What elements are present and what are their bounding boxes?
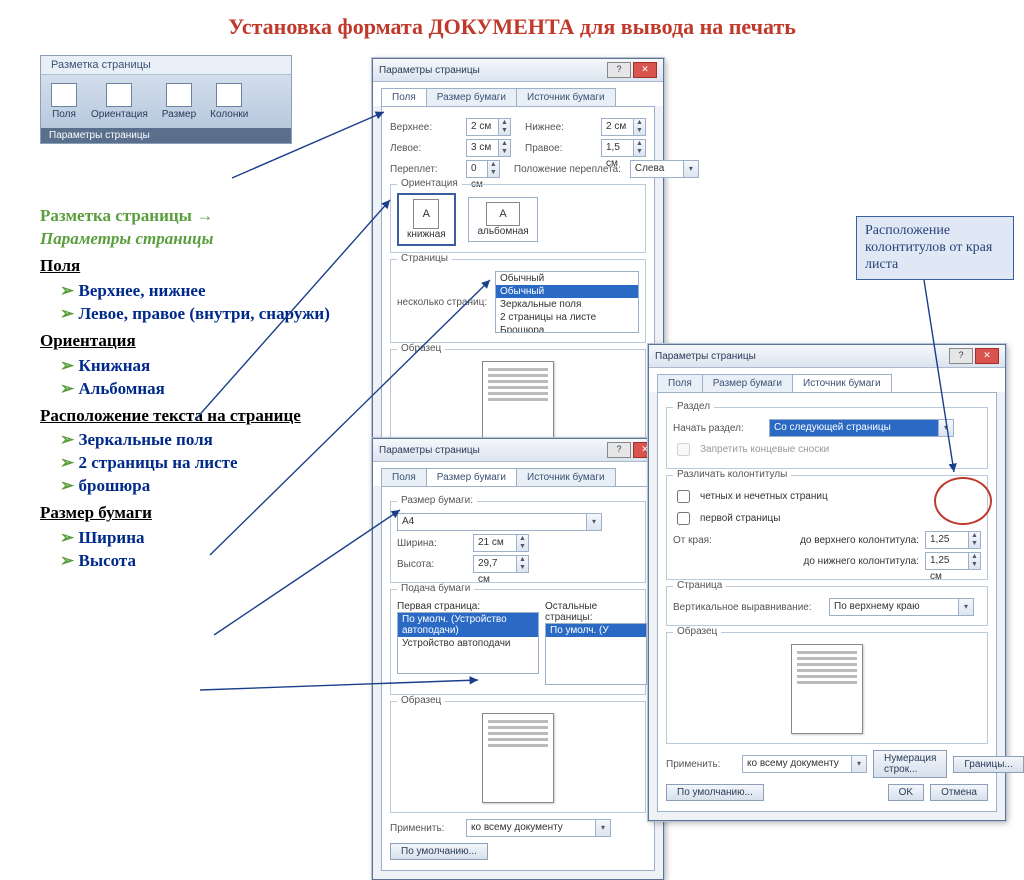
first-page-tray[interactable]: По умолч. (Устройство автоподачи) Устрой…	[397, 612, 539, 674]
paper-size-select[interactable]: A4▾	[397, 513, 602, 531]
tab-paper-size[interactable]: Размер бумаги	[426, 468, 517, 486]
section-start-select[interactable]: Со следующей страницы▾	[769, 419, 954, 437]
ribbon-group-name: Параметры страницы	[41, 128, 291, 143]
orientation-landscape[interactable]: Aальбомная	[468, 197, 537, 242]
outline: Разметка страницы →Параметры страницы По…	[40, 205, 350, 577]
right-margin-input[interactable]: 1,5 см▲▼	[601, 139, 646, 157]
ribbon-size[interactable]: Размер	[158, 81, 200, 122]
ribbon-columns[interactable]: Колонки	[206, 81, 252, 122]
left-margin-input[interactable]: 3 см▲▼	[466, 139, 511, 157]
tab-paper-source[interactable]: Источник бумаги	[792, 374, 892, 392]
paper-height-input[interactable]: 29,7 см▲▼	[473, 555, 529, 573]
gutter-pos-select[interactable]: Слева▾	[630, 160, 699, 178]
page-setup-dialog-papersize: Параметры страницы ?✕ Поля Размер бумаги…	[372, 438, 664, 880]
tab-paper-size[interactable]: Размер бумаги	[702, 374, 793, 392]
multipage-listbox[interactable]: Обычный Обычный Зеркальные поля 2 страни…	[495, 271, 639, 333]
default-button[interactable]: По умолчанию...	[666, 784, 764, 801]
tab-paper-size[interactable]: Размер бумаги	[426, 88, 517, 106]
tab-margins[interactable]: Поля	[657, 374, 703, 392]
tab-margins[interactable]: Поля	[381, 88, 427, 106]
cancel-button[interactable]: Отмена	[930, 784, 988, 801]
suppress-endnotes-checkbox	[677, 443, 690, 456]
first-page-checkbox[interactable]	[677, 512, 690, 525]
tab-paper-source[interactable]: Источник бумаги	[516, 468, 616, 486]
highlight-circle-icon	[934, 477, 992, 525]
orientation-portrait[interactable]: Aкнижная	[397, 193, 456, 246]
ribbon: Разметка страницы Поля Ориентация Размер…	[40, 55, 292, 144]
odd-even-checkbox[interactable]	[677, 490, 690, 503]
other-pages-tray[interactable]: По умолч. (У	[545, 623, 647, 685]
window-controls: ? ✕	[607, 62, 657, 78]
vertical-align-select[interactable]: По верхнему краю▾	[829, 598, 974, 616]
paper-width-input[interactable]: 21 см▲▼	[473, 534, 529, 552]
ribbon-margins[interactable]: Поля	[47, 81, 81, 122]
dialog-title: Параметры страницы	[379, 65, 480, 76]
line-numbers-button[interactable]: Нумерация строк...	[873, 750, 947, 778]
default-button[interactable]: По умолчанию...	[390, 843, 488, 860]
ok-button[interactable]: OK	[888, 784, 924, 801]
callout-headers-position: Расположение колонтитулов от края листа	[856, 216, 1014, 280]
page-setup-dialog-source: Параметры страницы ?✕ Поля Размер бумаги…	[648, 344, 1006, 821]
ribbon-orientation[interactable]: Ориентация	[87, 81, 152, 122]
close-icon[interactable]: ✕	[633, 62, 657, 78]
footer-distance-input[interactable]: 1,25 см▲▼	[925, 552, 981, 570]
page-title: Установка формата ДОКУМЕНТА для вывода н…	[0, 0, 1024, 46]
help-icon[interactable]: ?	[607, 62, 631, 78]
bottom-margin-input[interactable]: 2 см▲▼	[601, 118, 646, 136]
gutter-input[interactable]: 0 см▲▼	[466, 160, 500, 178]
top-margin-input[interactable]: 2 см▲▼	[466, 118, 511, 136]
tab-paper-source[interactable]: Источник бумаги	[516, 88, 616, 106]
borders-button[interactable]: Границы...	[953, 756, 1023, 773]
ribbon-tab[interactable]: Разметка страницы	[41, 56, 291, 75]
header-distance-input[interactable]: 1,25 см▲▼	[925, 531, 981, 549]
tab-margins[interactable]: Поля	[381, 468, 427, 486]
